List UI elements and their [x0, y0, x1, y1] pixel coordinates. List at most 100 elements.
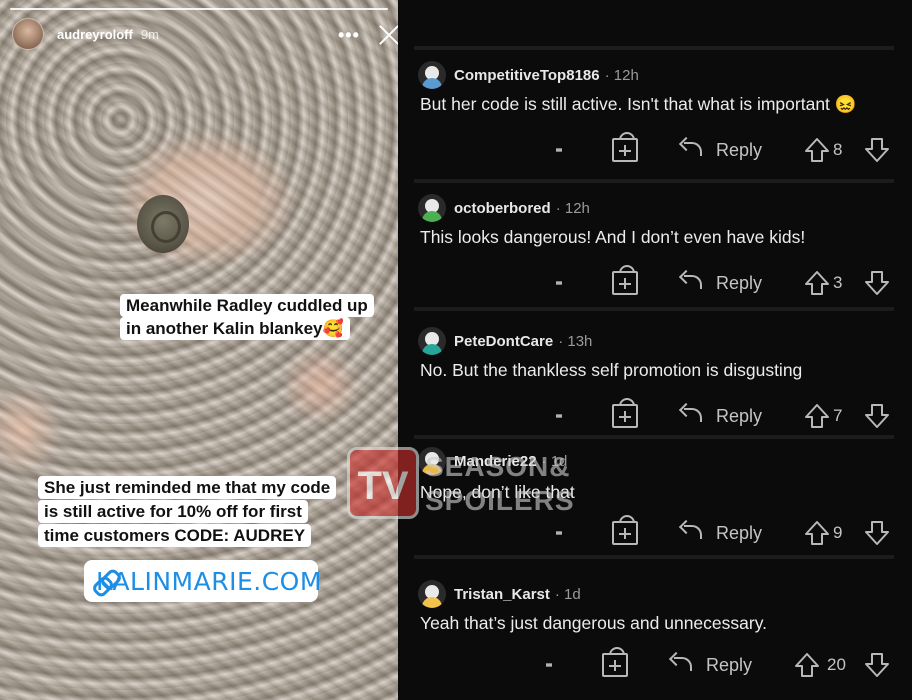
more-options-icon[interactable]	[556, 399, 562, 433]
comment-username[interactable]: octoberbored	[454, 200, 551, 217]
reply-button[interactable]: Reply	[680, 399, 762, 433]
comment-actions: Reply 3	[398, 265, 912, 300]
reply-button[interactable]: Reply	[680, 516, 762, 550]
gift-icon	[612, 398, 638, 428]
gift-icon	[612, 515, 638, 545]
upvote-button[interactable]	[804, 516, 830, 550]
downvote-icon	[865, 138, 889, 162]
comment-username[interactable]: CompetitiveTop8186	[454, 67, 600, 84]
award-button[interactable]	[612, 132, 638, 167]
reply-label: Reply	[706, 654, 753, 675]
downvote-button[interactable]	[864, 399, 890, 433]
more-options-icon[interactable]	[556, 133, 562, 167]
comment: Tristan_Karst · 1d Yeah that’s just dang…	[398, 580, 912, 700]
comment-timestamp: · 1d	[541, 452, 568, 470]
upvote-button[interactable]	[794, 648, 820, 682]
user-avatar[interactable]	[418, 327, 446, 355]
upvote-icon	[805, 521, 829, 545]
story-progress-bar	[10, 8, 388, 10]
comment-body: But her code is still active. Isn't that…	[420, 94, 857, 114]
downvote-button[interactable]	[864, 266, 890, 300]
downvote-icon	[865, 653, 889, 677]
comment-actions: Reply 7	[398, 398, 912, 433]
upvote-button[interactable]	[804, 133, 830, 167]
comment-body: Nope, don’t like that	[420, 482, 575, 502]
downvote-icon	[865, 404, 889, 428]
comment-body: Yeah that’s just dangerous and unnecessa…	[420, 613, 768, 633]
user-avatar[interactable]	[418, 447, 446, 475]
reply-icon	[680, 521, 704, 545]
reply-icon	[680, 271, 704, 295]
instagram-story[interactable]: audreyroloff 9m ••• Meanwhile Radley cud…	[0, 0, 398, 700]
reply-icon	[680, 138, 704, 162]
comment-header: PeteDontCare · 13h	[418, 327, 592, 355]
pacifier-image	[137, 195, 189, 253]
vote-count: 3	[833, 273, 843, 292]
comment-username[interactable]: PeteDontCare	[454, 333, 553, 350]
comment-actions: Reply 20	[398, 647, 912, 682]
user-avatar[interactable]	[418, 61, 446, 89]
reply-icon	[680, 404, 704, 428]
comment-body: This looks dangerous! And I don’t even h…	[420, 227, 806, 247]
comment-header: octoberbored · 12h	[418, 194, 590, 222]
downvote-button[interactable]	[864, 648, 890, 682]
comment-username[interactable]: Tristan_Karst	[454, 586, 550, 603]
reply-button[interactable]: Reply	[670, 648, 752, 682]
link-sticker[interactable]: KALINMARIE.COM	[84, 560, 321, 602]
award-button[interactable]	[612, 265, 638, 300]
gift-icon	[612, 265, 638, 295]
story-header: audreyroloff 9m •••	[12, 16, 386, 52]
reply-label: Reply	[716, 139, 763, 160]
comment-header: Manderie22 · 1d	[418, 447, 567, 475]
reply-label: Reply	[716, 272, 763, 293]
upvote-button[interactable]	[804, 266, 830, 300]
downvote-icon	[865, 271, 889, 295]
user-avatar[interactable]	[418, 580, 446, 608]
gift-icon	[602, 647, 628, 677]
reddit-comments-panel: CompetitiveTop8186 · 12h But her code is…	[398, 0, 912, 700]
upvote-button[interactable]	[804, 399, 830, 433]
caption-sticker-line: Meanwhile Radley cuddled up	[120, 294, 374, 317]
downvote-button[interactable]	[864, 133, 890, 167]
comment-header: CompetitiveTop8186 · 12h	[418, 61, 639, 89]
upvote-icon	[805, 138, 829, 162]
comment-timestamp: · 12h	[555, 199, 590, 217]
caption-sticker-line: in another Kalin blankey🥰	[120, 317, 350, 340]
reply-button[interactable]: Reply	[680, 133, 762, 167]
user-avatar[interactable]	[418, 194, 446, 222]
vote-count: 8	[833, 140, 843, 159]
reply-icon	[670, 653, 694, 677]
comment-divider	[414, 46, 894, 50]
award-button[interactable]	[612, 515, 638, 550]
code-sticker-line: time customers CODE: AUDREY	[38, 524, 312, 547]
comment-body: No. But the thankless self promotion is …	[420, 360, 803, 380]
downvote-icon	[865, 521, 889, 545]
comment-actions: Reply 9	[398, 515, 912, 550]
story-avatar[interactable]	[12, 18, 44, 50]
vote-count: 20	[827, 655, 846, 674]
upvote-icon	[805, 271, 829, 295]
downvote-button[interactable]	[864, 516, 890, 550]
screenshot-root: audreyroloff 9m ••• Meanwhile Radley cud…	[0, 0, 912, 700]
comment-timestamp: · 12h	[604, 66, 639, 84]
story-username[interactable]: audreyroloff	[57, 27, 133, 42]
comment-username[interactable]: Manderie22	[454, 453, 537, 470]
more-options-icon[interactable]	[556, 266, 562, 300]
award-button[interactable]	[602, 647, 628, 682]
reply-button[interactable]: Reply	[680, 266, 762, 300]
more-options-icon[interactable]	[556, 516, 562, 550]
vote-count: 9	[833, 523, 843, 542]
comment: PeteDontCare · 13h No. But the thankless…	[398, 327, 912, 460]
more-options-icon[interactable]	[546, 648, 552, 682]
more-options-icon[interactable]: •••	[338, 25, 360, 46]
comment-actions: Reply 8	[398, 132, 912, 167]
upvote-icon	[805, 404, 829, 428]
code-sticker-line: is still active for 10% off for first	[38, 500, 308, 523]
comment: Manderie22 · 1d Nope, don’t like that Re…	[398, 447, 912, 580]
link-sticker-text: KALINMARIE.COM	[96, 566, 322, 596]
reply-label: Reply	[716, 405, 763, 426]
comment-timestamp: · 13h	[558, 332, 593, 350]
close-icon[interactable]	[378, 23, 398, 45]
comment: CompetitiveTop8186 · 12h But her code is…	[398, 61, 912, 194]
award-button[interactable]	[612, 398, 638, 433]
